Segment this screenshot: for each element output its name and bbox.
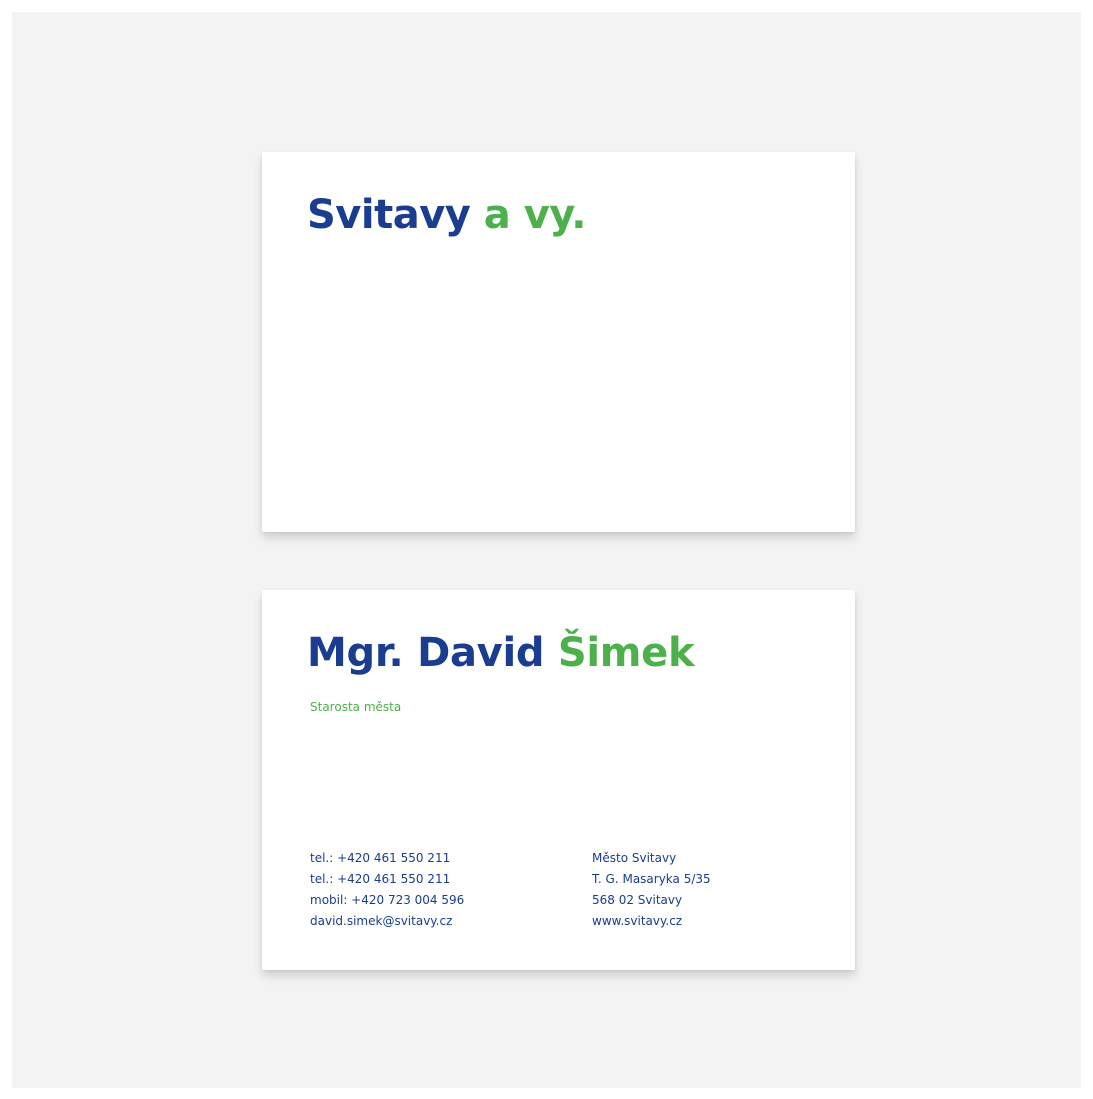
phone-line: tel.: +420 461 550 211 xyxy=(310,872,451,886)
contact-details: tel.: +420 461 550 211 tel.: +420 461 55… xyxy=(310,848,464,932)
business-card-front: Svitavy a vy. xyxy=(262,152,855,532)
logo-wordmark: Svitavy a vy. xyxy=(307,192,586,238)
organization-line: Město Svitavy xyxy=(592,851,677,865)
logo-secondary: a vy. xyxy=(483,192,587,238)
email-line: david.simek@svitavy.cz xyxy=(310,914,453,928)
city-line: 568 02 Svitavy xyxy=(592,893,683,907)
name-secondary: Šimek xyxy=(557,630,695,676)
website-line: www.svitavy.cz xyxy=(592,914,683,928)
phone-line: tel.: +420 461 550 211 xyxy=(310,851,451,865)
logo-primary: Svitavy xyxy=(307,192,471,238)
person-name: Mgr. David Šimek xyxy=(307,630,695,676)
address-details: Město Svitavy T. G. Masaryka 5/35 568 02… xyxy=(592,848,711,932)
street-line: T. G. Masaryka 5/35 xyxy=(592,872,711,886)
name-primary: Mgr. David xyxy=(307,630,545,676)
business-card-back: Mgr. David Šimek Starosta města tel.: +4… xyxy=(262,590,855,970)
mobile-line: mobil: +420 723 004 596 xyxy=(310,893,465,907)
person-role: Starosta města xyxy=(310,700,402,714)
